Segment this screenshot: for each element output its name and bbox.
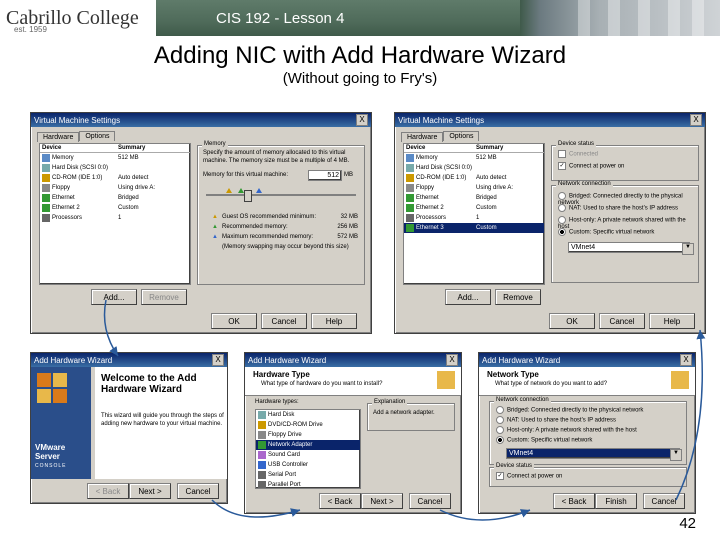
tab-hardware[interactable]: Hardware	[401, 132, 443, 142]
triangle-marker-icon	[256, 188, 262, 193]
remove-button[interactable]: Remove	[141, 289, 187, 305]
help-button[interactable]: Help	[311, 313, 357, 329]
back-button[interactable]: < Back	[87, 483, 129, 499]
group-title: Memory	[202, 141, 228, 147]
slide-title: Adding NIC with Add Hardware Wizard	[0, 42, 720, 70]
close-icon[interactable]: X	[356, 114, 368, 126]
tabs: Hardware Options	[37, 131, 115, 141]
page-number: 42	[679, 515, 696, 532]
triangle-marker-icon	[238, 188, 244, 193]
triangle-marker-icon	[226, 188, 232, 193]
add-button[interactable]: Add...	[445, 289, 491, 305]
network-connection-group: Network connection Bridged: Connected di…	[489, 401, 687, 465]
add-hardware-wizard-welcome: Add Hardware Wizard X VMware Server CONSO…	[30, 352, 228, 504]
list-item: Hard Disk (SCSI 0:0)	[40, 163, 190, 173]
chevron-down-icon[interactable]: ▼	[670, 449, 682, 461]
close-icon[interactable]: X	[690, 114, 702, 126]
radio-nat[interactable]: NAT: Used to share the host's IP address	[496, 416, 616, 424]
connect-poweron-checkbox[interactable]: Connect at power on	[496, 472, 562, 480]
device-status-group: Device status Connected Connect at power…	[551, 145, 699, 181]
radio-bridged[interactable]: Bridged: Connected directly to the physi…	[496, 406, 643, 414]
wizard-header: Hardware Type What type of hardware do y…	[245, 367, 461, 396]
college-logo: Cabrillo College est. 1959	[0, 0, 156, 36]
connect-poweron-checkbox[interactable]: Connect at power on	[558, 162, 624, 170]
memory-slider[interactable]	[206, 190, 356, 200]
wizard-heading: Hardware Type	[253, 370, 310, 379]
wizard-heading: Network Type	[487, 370, 539, 379]
col-device: Device	[42, 145, 118, 151]
add-button[interactable]: Add...	[91, 289, 137, 305]
custom-network-select[interactable]: VMnet4	[568, 242, 690, 253]
chevron-down-icon[interactable]: ▼	[682, 243, 694, 255]
radio-nat[interactable]: NAT: Used to share the host's IP address	[558, 204, 678, 212]
add-hardware-wizard-network: Add Hardware Wizard X Network Type What t…	[478, 352, 696, 514]
explanation-group: Explanation Add a network adapter.	[367, 403, 455, 431]
slide-subtitle: (Without going to Fry's)	[0, 70, 720, 87]
course-header: CIS 192 - Lesson 4	[216, 10, 344, 27]
list-item: CD-ROM (IDE 1:0)Auto detect	[40, 173, 190, 183]
add-hardware-wizard-type: Add Hardware Wizard X Hardware Type What …	[244, 352, 462, 514]
list-item: Ethernet 2Custom	[40, 203, 190, 213]
ok-button[interactable]: OK	[211, 313, 257, 329]
network-connection-group: Network connection Bridged: Connected di…	[551, 185, 699, 283]
list-item: EthernetBridged	[40, 193, 190, 203]
vmware-brand: VMware Server	[35, 443, 91, 461]
wizard-icon	[437, 371, 455, 389]
wizard-side-graphic: VMware Server CONSOLE	[31, 367, 91, 479]
hardware-type-list[interactable]: Hard Disk DVD/CD-ROM Drive Floppy Drive …	[255, 409, 361, 489]
remove-button[interactable]: Remove	[495, 289, 541, 305]
wizard-heading: Welcome to the Add Hardware Wizard	[101, 373, 221, 395]
wizard-header: Network Type What type of network do you…	[479, 367, 695, 396]
window-title: Add Hardware Wizard	[34, 356, 112, 365]
memory-group: Memory Specify the amount of memory allo…	[197, 145, 365, 285]
help-button[interactable]: Help	[649, 313, 695, 329]
tab-hardware[interactable]: Hardware	[37, 132, 79, 142]
window-title: Add Hardware Wizard	[248, 356, 326, 365]
device-status-group: Device status Connect at power on	[489, 467, 687, 487]
window-title: Add Hardware Wizard	[482, 356, 560, 365]
list-item: FloppyUsing drive A:	[40, 183, 190, 193]
tab-options[interactable]: Options	[79, 131, 115, 141]
slide-header: Cabrillo College est. 1959 CIS 192 - Les…	[0, 0, 720, 36]
cancel-button[interactable]: Cancel	[599, 313, 645, 329]
titlebar: Virtual Machine Settings X	[31, 113, 371, 127]
cancel-button[interactable]: Cancel	[261, 313, 307, 329]
finish-button[interactable]: Finish	[595, 493, 637, 509]
cancel-button[interactable]: Cancel	[643, 493, 685, 509]
window-title: Virtual Machine Settings	[34, 116, 120, 125]
tab-options[interactable]: Options	[443, 131, 479, 141]
window-title: Virtual Machine Settings	[398, 116, 484, 125]
memory-input[interactable]: 512	[308, 170, 342, 181]
custom-network-select[interactable]: VMnet4	[506, 448, 680, 459]
list-item-selected: Ethernet 3Custom	[404, 223, 544, 233]
device-list[interactable]: Device Summary Memory512 MB Hard Disk (S…	[403, 143, 545, 285]
list-item-selected: Network Adapter	[256, 440, 360, 450]
vmware-brand2: CONSOLE	[35, 463, 66, 469]
ok-button[interactable]: OK	[549, 313, 595, 329]
back-button[interactable]: < Back	[319, 493, 361, 509]
close-icon[interactable]: X	[446, 354, 458, 366]
next-button[interactable]: Next >	[129, 483, 171, 499]
close-icon[interactable]: X	[680, 354, 692, 366]
list-item: Memory512 MB	[40, 153, 190, 163]
next-button[interactable]: Next >	[361, 493, 403, 509]
connected-checkbox[interactable]: Connected	[558, 150, 598, 158]
list-item: Processors1	[40, 213, 190, 223]
col-summary: Summary	[118, 145, 145, 151]
logo-est: est. 1959	[14, 25, 47, 34]
radio-hostonly[interactable]: Host-only: A private network shared with…	[496, 426, 637, 434]
cancel-button[interactable]: Cancel	[409, 493, 451, 509]
vm-settings-window-left: Virtual Machine Settings X Hardware Opti…	[30, 112, 372, 334]
wizard-icon	[671, 371, 689, 389]
back-button[interactable]: < Back	[553, 493, 595, 509]
vm-settings-window-right: Virtual Machine Settings X Hardware Optio…	[394, 112, 706, 334]
radio-custom[interactable]: Custom: Specific virtual network	[496, 436, 592, 444]
radio-custom[interactable]: Custom: Specific virtual network	[558, 228, 654, 236]
header-photo	[520, 0, 720, 36]
wizard-body: Welcome to the Add Hardware Wizard This …	[95, 367, 227, 479]
list-label: Hardware types:	[255, 399, 299, 405]
device-list[interactable]: Device Summary Memory512 MB Hard Disk (S…	[39, 143, 191, 285]
close-icon[interactable]: X	[212, 354, 224, 366]
cancel-button[interactable]: Cancel	[177, 483, 219, 499]
